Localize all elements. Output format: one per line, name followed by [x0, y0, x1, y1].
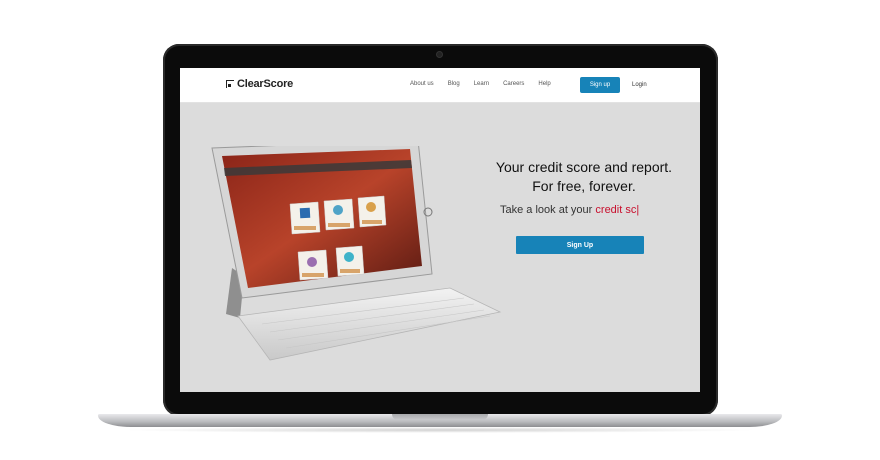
nav-link-about-us[interactable]: About us	[410, 81, 434, 87]
hero-headline-line2: For free, forever.	[532, 178, 636, 194]
nav-link-blog[interactable]: Blog	[448, 81, 460, 87]
hero-signup-button[interactable]: Sign Up	[516, 236, 644, 254]
nav-link-careers[interactable]: Careers	[503, 81, 524, 87]
hero-subline-typed: credit sc	[595, 204, 637, 216]
hero-subline: Take a look at your credit sc|	[500, 204, 639, 216]
laptop-shadow	[120, 427, 760, 433]
site-logo[interactable]: ClearScore	[226, 78, 293, 90]
nav-links: About us Blog Learn Careers Help	[410, 81, 565, 87]
hero-subline-prefix: Take a look at your	[500, 204, 593, 216]
nav-login-link[interactable]: Login	[632, 82, 647, 88]
site-header: ClearScore About us Blog Learn Careers H…	[180, 68, 700, 103]
nav-signup-button[interactable]: Sign up	[580, 77, 620, 93]
nav-link-help[interactable]: Help	[538, 81, 550, 87]
logo-text: ClearScore	[237, 78, 294, 90]
hero-headline-line1: Your credit score and report.	[495, 159, 673, 175]
nav-link-learn[interactable]: Learn	[474, 81, 489, 87]
clearscore-logo-icon	[226, 80, 234, 88]
camera-icon	[437, 52, 442, 57]
typing-caret: |	[636, 204, 640, 216]
ipad-keyboard-illustration	[200, 139, 510, 376]
hero-headline: Your credit score and report. For free, …	[478, 158, 690, 196]
laptop-base-notch	[392, 414, 488, 420]
laptop-screen: ClearScore About us Blog Learn Careers H…	[180, 68, 700, 392]
